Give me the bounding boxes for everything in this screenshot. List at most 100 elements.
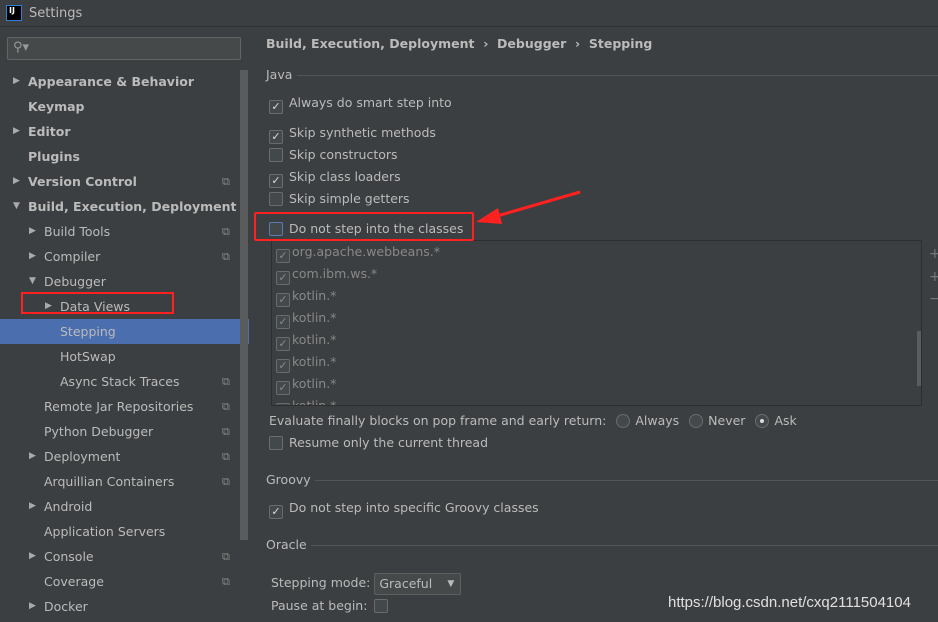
groovy-classes-checkbox[interactable]: ✓ Do not step into specific Groovy classe… <box>269 499 539 519</box>
oracle-section-title: Oracle <box>266 537 307 552</box>
pause-at-begin-checkbox[interactable] <box>374 599 389 613</box>
class-list-item[interactable]: ✓kotlin.* <box>272 373 921 395</box>
sidebar-item-label: Stepping <box>60 324 116 339</box>
class-list-item[interactable]: ✓kotlin.* <box>272 307 921 329</box>
java-option-checkbox[interactable]: ✓ Skip class loaders <box>269 168 401 188</box>
chevron-right-icon[interactable]: ▶ <box>29 244 36 269</box>
checkbox-checked[interactable]: ✓ <box>276 293 290 307</box>
checkbox-checked[interactable]: ✓ <box>276 403 290 405</box>
sidebar-item-label: Keymap <box>28 99 85 114</box>
class-list-item[interactable]: ✓kotlin.* <box>272 351 921 373</box>
sidebar-item-label: Compiler <box>44 249 101 264</box>
sidebar-item[interactable]: HotSwap <box>0 344 240 369</box>
excluded-classes-list[interactable]: ✓ org.apache.webbeans.* ✓ com.ibm.ws.* ✓ kotl… <box>271 240 922 406</box>
class-list-item[interactable]: ✓ org.apache.webbeans.* <box>272 241 921 263</box>
sidebar-item[interactable]: ▶ Version Control ⧉ <box>0 169 240 194</box>
sidebar-item[interactable]: ▶ Build Tools ⧉ <box>0 219 240 244</box>
java-section-title: Java <box>266 67 293 82</box>
checkbox-checked[interactable]: ✓ <box>276 337 290 351</box>
sidebar-item[interactable]: Keymap <box>0 94 240 119</box>
title-bar: IJ Settings <box>0 0 938 27</box>
sidebar-item-label: HotSwap <box>60 349 116 364</box>
checkbox-unchecked <box>269 148 283 162</box>
radio-ask[interactable] <box>755 414 770 428</box>
remove-button[interactable]: − <box>929 291 938 307</box>
java-option-checkbox[interactable]: Skip simple getters <box>269 190 410 208</box>
sidebar-item[interactable]: ▶ Editor <box>0 119 240 144</box>
sidebar-item-label: Version Control <box>28 174 137 189</box>
list-scrollbar[interactable] <box>917 331 921 386</box>
evaluate-finally-row: Evaluate finally blocks on pop frame and… <box>269 413 797 428</box>
chevron-right-icon[interactable]: ▶ <box>13 119 20 144</box>
chevron-down-icon: ▼ <box>447 578 455 589</box>
groovy-section-title: Groovy <box>266 472 311 487</box>
search-icon: ⚲▾ <box>13 40 30 55</box>
checkbox-checked[interactable]: ✓ <box>276 359 290 373</box>
radio-always[interactable] <box>616 414 631 428</box>
project-settings-icon: ⧉ <box>222 575 230 588</box>
sidebar-item[interactable]: Arquillian Containers ⧉ <box>0 469 240 494</box>
add-class-button[interactable]: + <box>929 246 938 262</box>
sidebar-item-label: Appearance & Behavior <box>28 74 194 89</box>
project-settings-icon: ⧉ <box>222 425 230 438</box>
breadcrumb: Build, Execution, Deployment › Debugger … <box>266 36 653 51</box>
search-input[interactable]: ⚲▾ <box>7 37 241 60</box>
sidebar-item[interactable]: Plugins <box>0 144 240 169</box>
sidebar-scrollbar[interactable] <box>240 70 248 540</box>
settings-sidebar: ⚲▾ ▶ Appearance & Behavior Keymap ▶ Editor Pl… <box>0 27 249 622</box>
sidebar-item[interactable]: Stepping <box>0 319 249 344</box>
checkbox-checked[interactable]: ✓ <box>276 315 290 329</box>
class-list-item[interactable]: ✓kotlin.* <box>272 395 921 405</box>
chevron-right-icon[interactable]: ▶ <box>29 494 36 519</box>
checkbox-checked: ✓ <box>269 505 283 519</box>
chevron-right-icon[interactable]: ▶ <box>29 219 36 244</box>
checkbox-checked: ✓ <box>269 100 283 114</box>
sidebar-item-label: Deployment <box>44 449 121 464</box>
chevron-right-icon[interactable]: ▶ <box>29 594 36 619</box>
resume-thread-checkbox[interactable]: Resume only the current thread <box>269 434 488 452</box>
sidebar-item[interactable]: ▶ Android <box>0 494 240 519</box>
annotation-highlight-do-not-step <box>254 212 474 241</box>
sidebar-item[interactable]: Python Debugger ⧉ <box>0 419 240 444</box>
class-list-item[interactable]: ✓kotlin.* <box>272 285 921 307</box>
class-list-item[interactable]: ✓kotlin.* <box>272 329 921 351</box>
sidebar-item[interactable]: ▼ Build, Execution, Deployment <box>0 194 240 219</box>
java-option-checkbox[interactable]: Skip constructors <box>269 146 398 164</box>
window-title: Settings <box>29 6 83 21</box>
chevron-right-icon[interactable]: ▶ <box>13 169 20 194</box>
chevron-down-icon[interactable]: ▼ <box>29 269 36 294</box>
stepping-mode-select[interactable]: Graceful ▼ <box>374 572 462 595</box>
sidebar-item-label: Build, Execution, Deployment <box>28 199 237 214</box>
add-pattern-button[interactable]: + <box>929 269 938 285</box>
sidebar-item[interactable]: Remote Jar Repositories ⧉ <box>0 394 240 419</box>
sidebar-item[interactable]: ▶ Compiler ⧉ <box>0 244 240 269</box>
sidebar-item[interactable]: ▶ Console ⧉ <box>0 544 240 569</box>
checkbox-checked[interactable]: ✓ <box>276 249 290 263</box>
intellij-logo: IJ <box>6 5 22 21</box>
stepping-mode-row: Stepping mode: Graceful ▼ <box>271 572 462 595</box>
sidebar-item[interactable]: ▶ Docker <box>0 594 240 619</box>
sidebar-item-label: Coverage <box>44 574 104 589</box>
sidebar-item[interactable]: Application Servers <box>0 519 240 544</box>
chevron-down-icon[interactable]: ▼ <box>13 194 20 219</box>
sidebar-item-label: Debugger <box>44 274 106 289</box>
sidebar-item-label: Plugins <box>28 149 80 164</box>
chevron-right-icon[interactable]: ▶ <box>29 444 36 469</box>
checkbox-checked[interactable]: ✓ <box>276 271 290 285</box>
java-option-checkbox[interactable]: ✓ Always do smart step into <box>269 94 452 114</box>
project-settings-icon: ⧉ <box>222 225 230 238</box>
class-list-item[interactable]: ✓ com.ibm.ws.* <box>272 263 921 285</box>
sidebar-item[interactable]: ▶ Appearance & Behavior <box>0 69 240 94</box>
java-option-checkbox[interactable]: ✓ Skip synthetic methods <box>269 124 436 144</box>
checkbox-checked[interactable]: ✓ <box>276 381 290 395</box>
sidebar-item[interactable]: ▼ Debugger <box>0 269 240 294</box>
chevron-right-icon[interactable]: ▶ <box>13 69 20 94</box>
sidebar-item[interactable]: ▶ Deployment ⧉ <box>0 444 240 469</box>
sidebar-item[interactable]: Coverage ⧉ <box>0 569 240 594</box>
sidebar-item-label: Build Tools <box>44 224 111 239</box>
sidebar-item-label: Console <box>44 549 94 564</box>
sidebar-item[interactable]: Async Stack Traces ⧉ <box>0 369 240 394</box>
radio-never[interactable] <box>689 414 704 428</box>
chevron-right-icon[interactable]: ▶ <box>29 544 36 569</box>
watermark: https://blog.csdn.net/cxq2111504104 <box>668 594 911 611</box>
